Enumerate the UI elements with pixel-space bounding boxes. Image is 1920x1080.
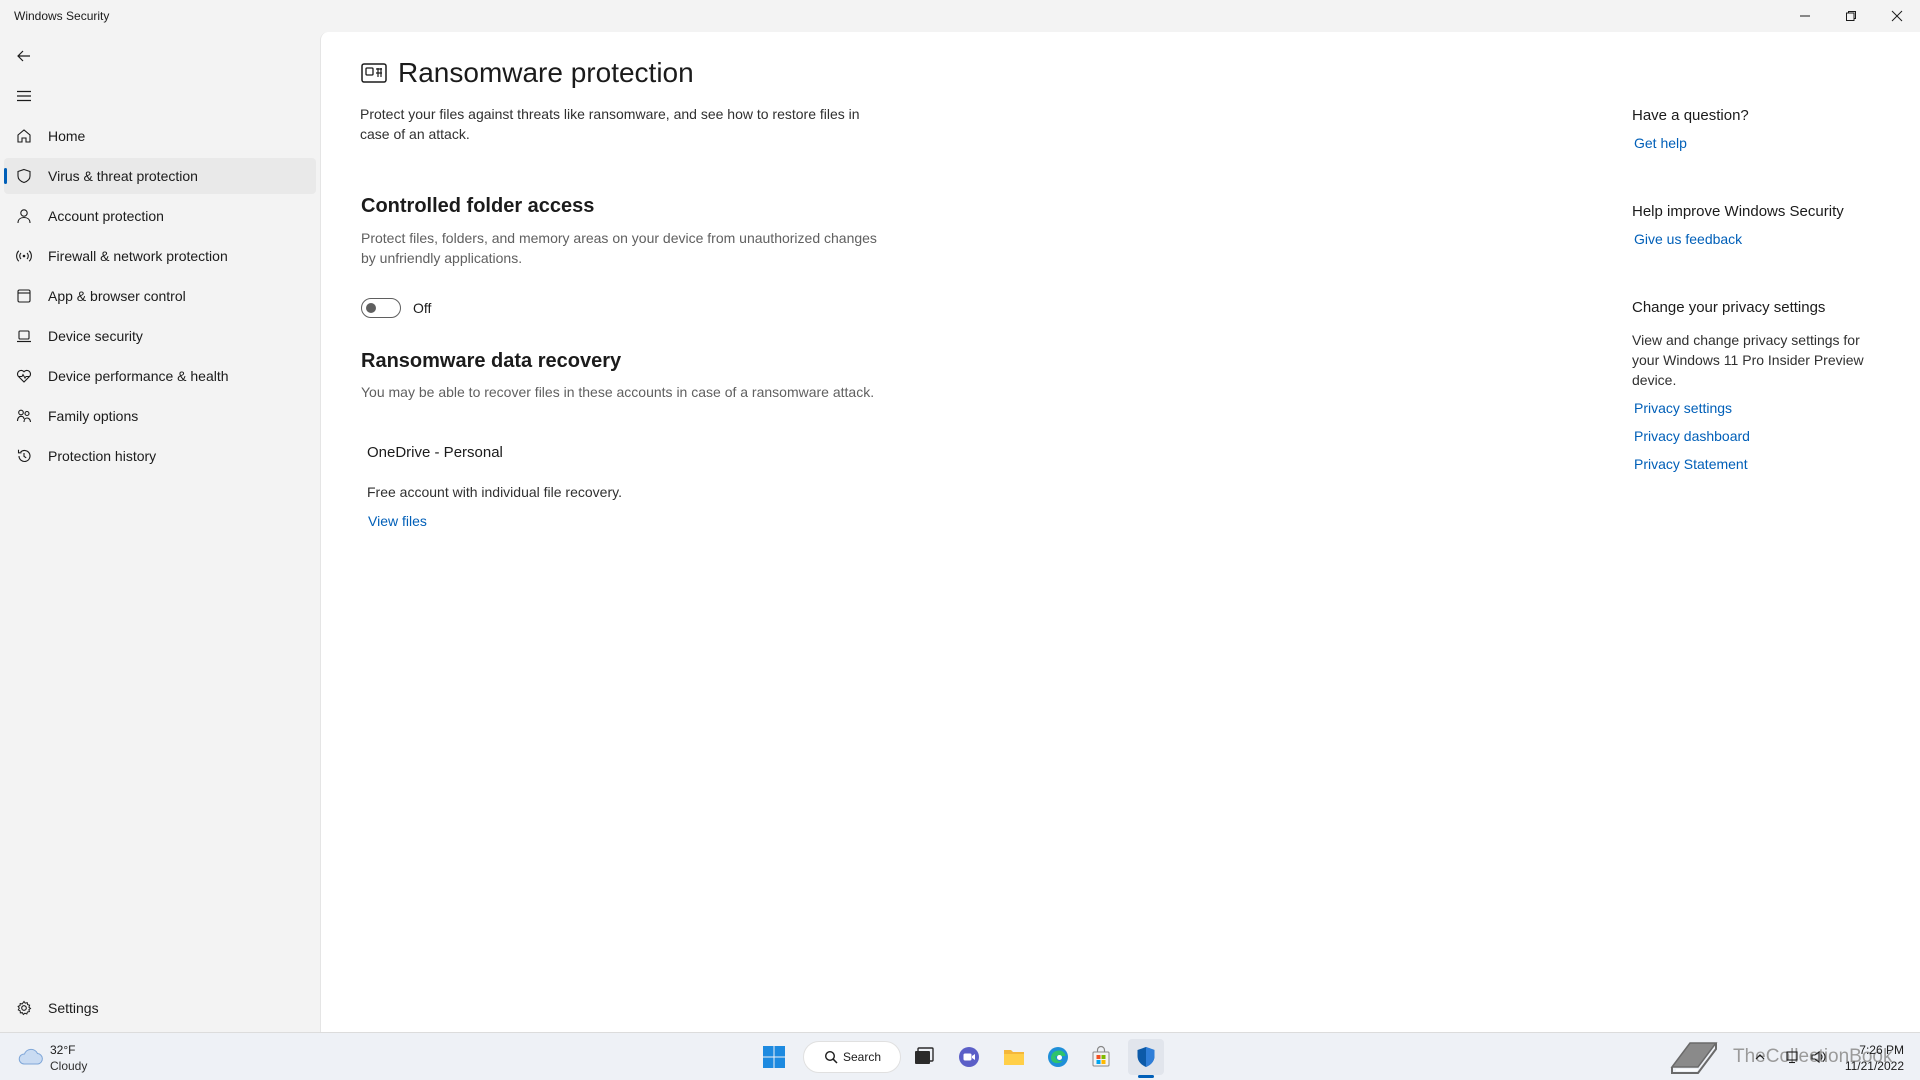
folder-icon: [1004, 1050, 1024, 1065]
sidebar-item-label: Account protection: [48, 208, 164, 224]
laptop-icon: [16, 328, 32, 344]
sidebar-item-label: Firewall & network protection: [48, 248, 228, 264]
toggle-knob: [366, 303, 376, 313]
search-label: Search: [843, 1050, 882, 1064]
active-app-indicator: [1138, 1075, 1154, 1078]
minimize-icon: [1800, 15, 1810, 17]
back-button[interactable]: [6, 40, 42, 72]
sidebar-item-settings[interactable]: Settings: [4, 990, 316, 1026]
controlled-folder-access-description: Protect files, folders, and memory areas…: [361, 230, 877, 266]
close-icon: [1891, 10, 1903, 22]
task-view-button[interactable]: [906, 1039, 942, 1075]
book-watermark-icon: [1670, 1042, 1718, 1074]
sidebar-item-label: App & browser control: [48, 288, 186, 304]
cloud-icon[interactable]: [18, 1047, 44, 1067]
sidebar-item-virus-threat-protection[interactable]: Virus & threat protection: [4, 158, 316, 194]
minimize-button[interactable]: [1782, 0, 1828, 32]
sidebar: Home Virus & threat protection Account p…: [0, 32, 320, 1032]
view-files-link[interactable]: View files: [368, 513, 427, 529]
taskbar-search[interactable]: Search: [803, 1041, 901, 1073]
sidebar-item-label: Virus & threat protection: [48, 168, 198, 184]
privacy-description: View and change privacy settings for you…: [1632, 332, 1864, 388]
volume-icon[interactable]: [1810, 1049, 1826, 1065]
restore-icon: [1846, 11, 1856, 21]
recovery-account-description: Free account with individual file recove…: [367, 484, 622, 500]
network-icon[interactable]: [1784, 1049, 1800, 1065]
store-button[interactable]: [1083, 1039, 1119, 1075]
edge-browser-button[interactable]: [1040, 1039, 1076, 1075]
chat-app-button[interactable]: [951, 1039, 987, 1075]
chat-icon: [959, 1047, 979, 1067]
wifi-icon: [16, 248, 32, 264]
sidebar-item-label: Device performance & health: [48, 368, 229, 384]
ransomware-data-recovery-description: You may be able to recover files in thes…: [361, 384, 875, 400]
close-button[interactable]: [1874, 0, 1920, 32]
ransomware-icon: [361, 63, 387, 83]
edge-icon: [1048, 1047, 1068, 1067]
privacy-statement-link[interactable]: Privacy Statement: [1634, 456, 1748, 472]
sidebar-item-app-browser-control[interactable]: App & browser control: [4, 278, 316, 314]
window-title: Windows Security: [14, 9, 110, 23]
improve-heading: Help improve Windows Security: [1632, 203, 1844, 220]
ransomware-data-recovery-title: Ransomware data recovery: [361, 350, 622, 372]
sidebar-item-home[interactable]: Home: [4, 118, 316, 154]
heart-icon: [16, 368, 32, 384]
taskbar: 32°F Cloudy Search TheCollectionBook 7:2…: [0, 1032, 1920, 1080]
sidebar-item-label: Device security: [48, 328, 143, 344]
person-icon: [16, 208, 32, 224]
history-icon: [16, 448, 32, 464]
privacy-dashboard-link[interactable]: Privacy dashboard: [1634, 428, 1750, 444]
search-icon: [824, 1050, 838, 1064]
sidebar-item-label: Home: [48, 128, 86, 144]
shield-icon: [16, 168, 32, 184]
main-content: Ransomware protection Protect your files…: [320, 32, 1920, 1032]
weather-condition[interactable]: Cloudy: [50, 1059, 87, 1073]
windows-security-taskbar-button[interactable]: [1128, 1039, 1164, 1075]
sidebar-item-protection-history[interactable]: Protection history: [4, 438, 316, 474]
get-help-link[interactable]: Get help: [1634, 135, 1687, 151]
family-icon: [16, 408, 32, 424]
gear-icon: [16, 1000, 32, 1016]
clock-time[interactable]: 7:26 PM: [1859, 1043, 1904, 1057]
weather-temperature[interactable]: 32°F: [50, 1043, 75, 1057]
recovery-account-name: OneDrive - Personal: [367, 444, 503, 461]
title-bar: Windows Security: [0, 0, 1920, 32]
clock-date[interactable]: 11/21/2022: [1845, 1059, 1904, 1073]
sidebar-item-device-performance[interactable]: Device performance & health: [4, 358, 316, 394]
sidebar-item-family-options[interactable]: Family options: [4, 398, 316, 434]
controlled-folder-access-toggle[interactable]: [361, 298, 401, 318]
shield-icon: [1137, 1047, 1155, 1067]
page-title: Ransomware protection: [398, 57, 694, 88]
sidebar-item-label: Protection history: [48, 448, 157, 464]
browser-icon: [16, 288, 32, 304]
hamburger-icon: [17, 90, 31, 102]
sidebar-item-account-protection[interactable]: Account protection: [4, 198, 316, 234]
toggle-state-label: Off: [413, 300, 432, 316]
controlled-folder-access-title: Controlled folder access: [361, 195, 595, 217]
windows-logo-icon: [763, 1046, 785, 1068]
sidebar-item-firewall[interactable]: Firewall & network protection: [4, 238, 316, 274]
file-explorer-button[interactable]: [996, 1039, 1032, 1075]
page-description: Protect your files against threats like …: [360, 106, 860, 142]
sidebar-item-label: Family options: [48, 408, 139, 424]
privacy-heading: Change your privacy settings: [1632, 299, 1826, 316]
home-icon: [16, 128, 32, 144]
back-arrow-icon: [17, 50, 30, 62]
privacy-settings-link[interactable]: Privacy settings: [1634, 400, 1732, 416]
question-heading: Have a question?: [1632, 107, 1749, 124]
chevron-up-icon[interactable]: [1752, 1049, 1768, 1065]
store-icon: [1092, 1045, 1110, 1067]
menu-button[interactable]: [6, 80, 42, 112]
task-view-icon: [915, 1047, 934, 1064]
give-feedback-link[interactable]: Give us feedback: [1634, 231, 1742, 247]
sidebar-item-label: Settings: [48, 1000, 99, 1016]
active-indicator: [4, 168, 7, 184]
restore-button[interactable]: [1828, 0, 1874, 32]
sidebar-item-device-security[interactable]: Device security: [4, 318, 316, 354]
start-button[interactable]: [756, 1039, 792, 1075]
